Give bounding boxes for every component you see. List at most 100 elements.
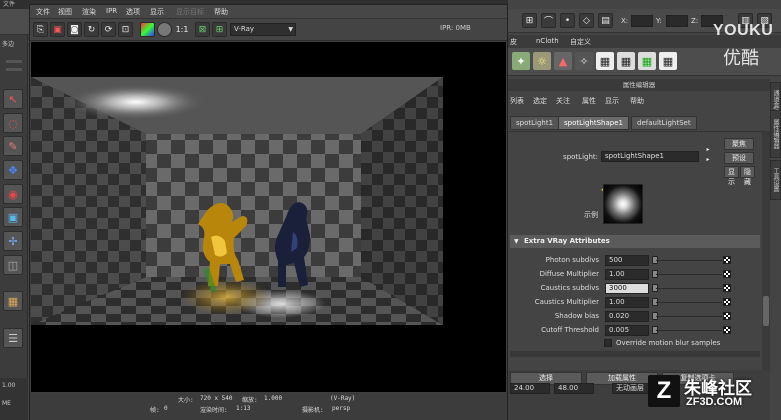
map-button-icon[interactable] (723, 298, 731, 306)
scrollbar-thumb[interactable] (763, 296, 769, 326)
vray-sun-icon[interactable]: ☼ (533, 52, 551, 70)
attr-label: Shadow bias (554, 312, 599, 320)
output-connection-icon[interactable]: ▸ (704, 155, 712, 163)
select-tool-icon[interactable]: ↖ (3, 89, 23, 109)
layout-icon[interactable]: ▦ (3, 291, 23, 311)
attr-slider[interactable] (656, 302, 722, 303)
lasso-tool-icon[interactable]: ◌ (3, 113, 23, 133)
ae-menu-show[interactable]: 显示 (605, 96, 619, 106)
ae-menu-list[interactable]: 列表 (510, 96, 524, 106)
rv-menu-file[interactable]: 文件 (36, 7, 50, 17)
attr-field[interactable]: 3000 (605, 283, 649, 294)
vray-dome-icon[interactable]: ▲ (554, 52, 572, 70)
node-name-field[interactable]: spotLightShape1 (601, 151, 699, 162)
outliner-icon[interactable]: ☰ (3, 328, 23, 348)
ae-vertical-scrollbar[interactable] (762, 131, 770, 377)
render-time-value: 1:13 (236, 405, 251, 412)
horizontal-scrollbar[interactable] (510, 351, 760, 357)
show-button[interactable]: 显示 (724, 166, 739, 186)
focus-button[interactable]: 聚焦 (724, 138, 754, 150)
snap-curve-icon[interactable]: ⌒ (541, 13, 556, 28)
tab-default-light-set[interactable]: defaultLightSet (631, 116, 697, 130)
input-connection-icon[interactable]: ▸ (704, 145, 712, 153)
vray-light-icon[interactable]: ✦ (512, 52, 530, 70)
redo-render-icon[interactable]: ⎘ (33, 22, 48, 37)
attr-field[interactable]: 500 (605, 255, 649, 266)
x-field[interactable] (631, 15, 653, 27)
renderer-select[interactable]: V-Ray ▼ (230, 23, 296, 36)
attr-slider[interactable] (656, 316, 722, 317)
tab-spotlight-shape[interactable]: spotLightShape1 (558, 116, 629, 130)
hide-button[interactable]: 隐藏 (740, 166, 755, 186)
map-button-icon[interactable] (723, 326, 731, 334)
shelf-tab-ncloth[interactable]: nCloth (536, 37, 559, 45)
attr-field[interactable]: 0.005 (605, 325, 649, 336)
ae-menu-selected[interactable]: 选定 (533, 96, 547, 106)
y-field[interactable] (666, 15, 688, 27)
attr-slider[interactable] (656, 288, 722, 289)
extra-vray-attributes-header[interactable]: ▼ Extra VRay Attributes (510, 235, 760, 248)
render-region-icon[interactable]: ▣ (50, 22, 65, 37)
region-render-icon[interactable]: ⊞ (212, 22, 227, 37)
rv-menu-view[interactable]: 视图 (58, 7, 72, 17)
vray-mesh-icon[interactable]: ✧ (575, 52, 593, 70)
attr-label: Cutoff Threshold (541, 326, 599, 334)
ae-menu-focus[interactable]: 关注 (556, 96, 570, 106)
scale-tool-icon[interactable]: ▣ (3, 207, 23, 227)
checker-icon[interactable]: ▦ (659, 52, 677, 70)
map-button-icon[interactable] (723, 256, 731, 264)
ipr-render-icon[interactable]: ↻ (84, 22, 99, 37)
shelf-tab-custom[interactable]: 自定义 (570, 37, 591, 47)
rv-menu-display[interactable]: 显示 (150, 7, 164, 17)
checker-icon[interactable]: ▦ (596, 52, 614, 70)
alpha-channel-icon[interactable] (157, 22, 172, 37)
rv-menu-ipr[interactable]: IPR (106, 7, 117, 15)
end-time-field[interactable]: 24.00 (510, 383, 550, 394)
presets-button[interactable]: 预设 (724, 152, 754, 164)
attr-field[interactable]: 1.00 (605, 297, 649, 308)
ae-menu-attributes[interactable]: 属性 (582, 96, 596, 106)
side-tab-attribute-editor[interactable]: 属性编辑器 (770, 110, 781, 158)
attr-slider[interactable] (656, 274, 722, 275)
last-tool-icon[interactable]: ◫ (3, 255, 23, 275)
paint-select-icon[interactable]: ✎ (3, 136, 23, 156)
attr-field[interactable]: 1.00 (605, 269, 649, 280)
render-image-viewport[interactable] (31, 42, 506, 392)
input-line-icon[interactable]: ▤ (598, 13, 613, 28)
side-tab-tool-settings[interactable]: 工具设置 (770, 160, 781, 200)
attr-field[interactable]: 0.020 (605, 311, 649, 322)
shelf-tab-fur[interactable]: 皮 (510, 37, 517, 47)
shelf-tab-polygons[interactable]: 多边 (0, 39, 28, 51)
rv-menu-show-target[interactable]: 显示目标 (176, 7, 204, 17)
ae-menu-help[interactable]: 帮助 (630, 96, 644, 106)
override-motion-blur-checkbox[interactable] (604, 339, 612, 347)
refresh-ipr-icon[interactable]: ⟳ (101, 22, 116, 37)
keep-image-icon[interactable]: ⊡ (118, 22, 133, 37)
maya-file-menu[interactable]: 文件 (3, 0, 15, 9)
snap-plane-icon[interactable]: ◇ (579, 13, 594, 28)
map-button-icon[interactable] (723, 270, 731, 278)
end-range-field[interactable]: 48.00 (554, 383, 594, 394)
map-button-icon[interactable] (723, 312, 731, 320)
rv-menu-help[interactable]: 帮助 (214, 7, 228, 17)
rv-menu-options[interactable]: 选项 (126, 7, 140, 17)
camera-value: persp (332, 405, 351, 412)
rotate-tool-icon[interactable]: ◉ (3, 184, 23, 204)
move-tool-icon[interactable]: ✥ (3, 160, 23, 180)
snapshot-icon[interactable]: ◙ (67, 22, 82, 37)
checker-icon[interactable]: ▦ (617, 52, 635, 70)
chevron-down-icon: ▼ (288, 26, 293, 33)
checker-icon[interactable]: ▦ (638, 52, 656, 70)
rv-menu-render[interactable]: 渲染 (82, 7, 96, 17)
map-button-icon[interactable] (723, 284, 731, 292)
ae-node-tabs: spotLight1 spotLightShape1 defaultLightS… (508, 116, 770, 131)
real-size-button[interactable]: 1:1 (174, 22, 190, 37)
snap-grid-icon[interactable]: ⊞ (522, 13, 537, 28)
manipulator-icon[interactable]: ✢ (3, 231, 23, 251)
attr-slider[interactable] (656, 260, 722, 261)
color-channels-icon[interactable] (140, 22, 155, 37)
display-region-icon[interactable]: ⊠ (195, 22, 210, 37)
attr-slider[interactable] (656, 330, 722, 331)
tab-spotlight-transform[interactable]: spotLight1 (510, 116, 560, 130)
snap-point-icon[interactable]: • (560, 13, 575, 28)
